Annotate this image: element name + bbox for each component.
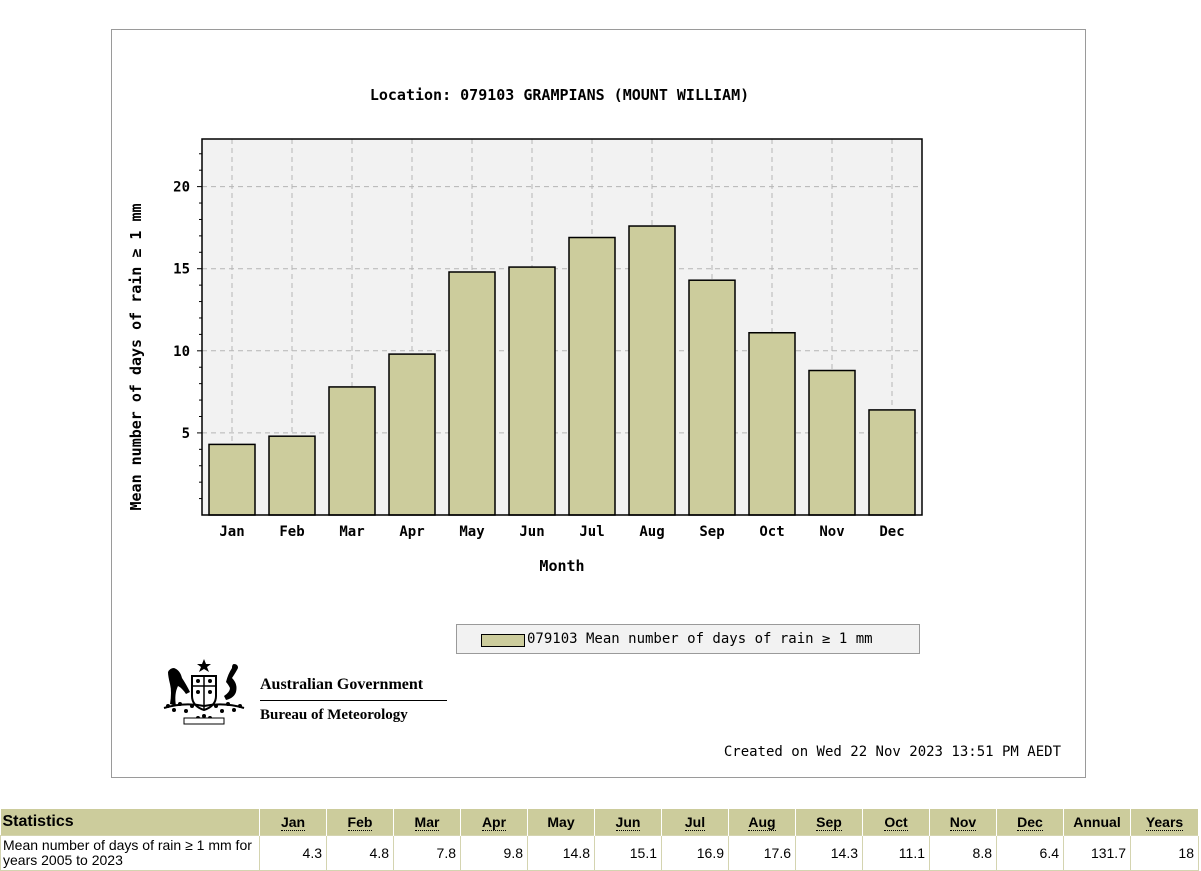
y-tick-label: 20 <box>173 180 190 196</box>
col-header-years: Years <box>1130 809 1199 836</box>
legend-swatch <box>481 634 525 647</box>
coat-of-arms-icon <box>163 659 245 725</box>
legend-label: 079103 Mean number of days of rain ≥ 1 m… <box>527 631 873 647</box>
bar-jan <box>208 443 256 516</box>
col-header-nov: Nov <box>929 809 997 836</box>
x-tick-label: Jan <box>219 524 244 540</box>
col-header-aug: Aug <box>728 809 796 836</box>
cell-aug: 17.6 <box>728 835 796 871</box>
cell-annual: 131.7 <box>1063 835 1131 871</box>
col-header-dec: Dec <box>996 809 1064 836</box>
bar-nov <box>808 369 856 516</box>
statistics-header-row: Statistics Jan Feb Mar Apr May Jun Jul A… <box>0 809 1199 836</box>
bar-oct <box>748 331 796 516</box>
col-header-jun: Jun <box>594 809 662 836</box>
bar-aug <box>628 225 676 516</box>
col-header-sep: Sep <box>795 809 863 836</box>
y-tick-label: 5 <box>182 426 190 442</box>
x-tick-label: Mar <box>339 524 364 540</box>
x-tick-label: Apr <box>399 524 424 540</box>
chart-frame: Location: 079103 GRAMPIANS (MOUNT WILLIA… <box>111 29 1086 778</box>
bar-chart: 5 10 15 20 Jan Feb Mar Apr May Jun Jul Aug Sep Oct Nov… <box>127 138 923 575</box>
col-header-jul: Jul <box>661 809 729 836</box>
statistics-table: Statistics Jan Feb Mar Apr May Jun Jul A… <box>0 809 1199 871</box>
bar-feb <box>268 435 316 516</box>
x-tick-label: Aug <box>639 524 664 540</box>
x-tick-label: Feb <box>279 524 304 540</box>
bar-apr <box>388 353 436 516</box>
logo-divider <box>260 700 447 701</box>
bar-jun <box>508 266 556 516</box>
cell-years: 18 <box>1130 835 1199 871</box>
row-label: Mean number of days of rain ≥ 1 mm for y… <box>0 835 260 871</box>
cell-may: 14.8 <box>527 835 595 871</box>
bar-jul <box>568 236 616 516</box>
created-timestamp: Created on Wed 22 Nov 2023 13:51 PM AEDT <box>723 744 1061 760</box>
bar-may <box>448 271 496 516</box>
x-tick-label: Oct <box>759 524 784 540</box>
cell-apr: 9.8 <box>460 835 528 871</box>
x-tick-label: Dec <box>879 524 904 540</box>
x-axis-label: Month <box>539 557 584 575</box>
bureau-name: Bureau of Meteorology <box>260 707 408 723</box>
x-tick-label: Jul <box>579 524 604 540</box>
col-header-mar: Mar <box>393 809 461 836</box>
col-header-apr: Apr <box>460 809 528 836</box>
y-tick-label: 10 <box>173 344 190 360</box>
cell-jul: 16.9 <box>661 835 729 871</box>
cell-jun: 15.1 <box>594 835 662 871</box>
col-header-jan: Jan <box>259 809 327 836</box>
cell-nov: 8.8 <box>929 835 997 871</box>
government-logo: Australian Government Bureau of Meteorol… <box>154 656 454 736</box>
y-axis-label: Mean number of days of rain ≥ 1 mm <box>127 203 145 510</box>
x-tick-label: Nov <box>819 524 844 540</box>
bar-sep <box>688 279 736 516</box>
x-tick-label: May <box>459 524 485 540</box>
col-header-may: May <box>527 809 595 836</box>
col-header-oct: Oct <box>862 809 930 836</box>
col-header-feb: Feb <box>326 809 394 836</box>
table-row: Mean number of days of rain ≥ 1 mm for y… <box>0 835 1199 871</box>
cell-mar: 7.8 <box>393 835 461 871</box>
bar-mar <box>328 386 376 516</box>
chart-legend: 079103 Mean number of days of rain ≥ 1 m… <box>456 624 920 654</box>
cell-jan: 4.3 <box>259 835 327 871</box>
cell-feb: 4.8 <box>326 835 394 871</box>
y-tick-label: 15 <box>173 262 190 278</box>
cell-oct: 11.1 <box>862 835 930 871</box>
cell-dec: 6.4 <box>996 835 1064 871</box>
agency-name: Australian Government <box>260 676 424 693</box>
x-tick-label: Jun <box>519 524 544 540</box>
x-tick-label: Sep <box>699 524 724 540</box>
statistics-header-label: Statistics <box>0 809 260 836</box>
bar-dec <box>868 409 916 516</box>
col-header-annual: Annual <box>1063 809 1131 836</box>
cell-sep: 14.3 <box>795 835 863 871</box>
